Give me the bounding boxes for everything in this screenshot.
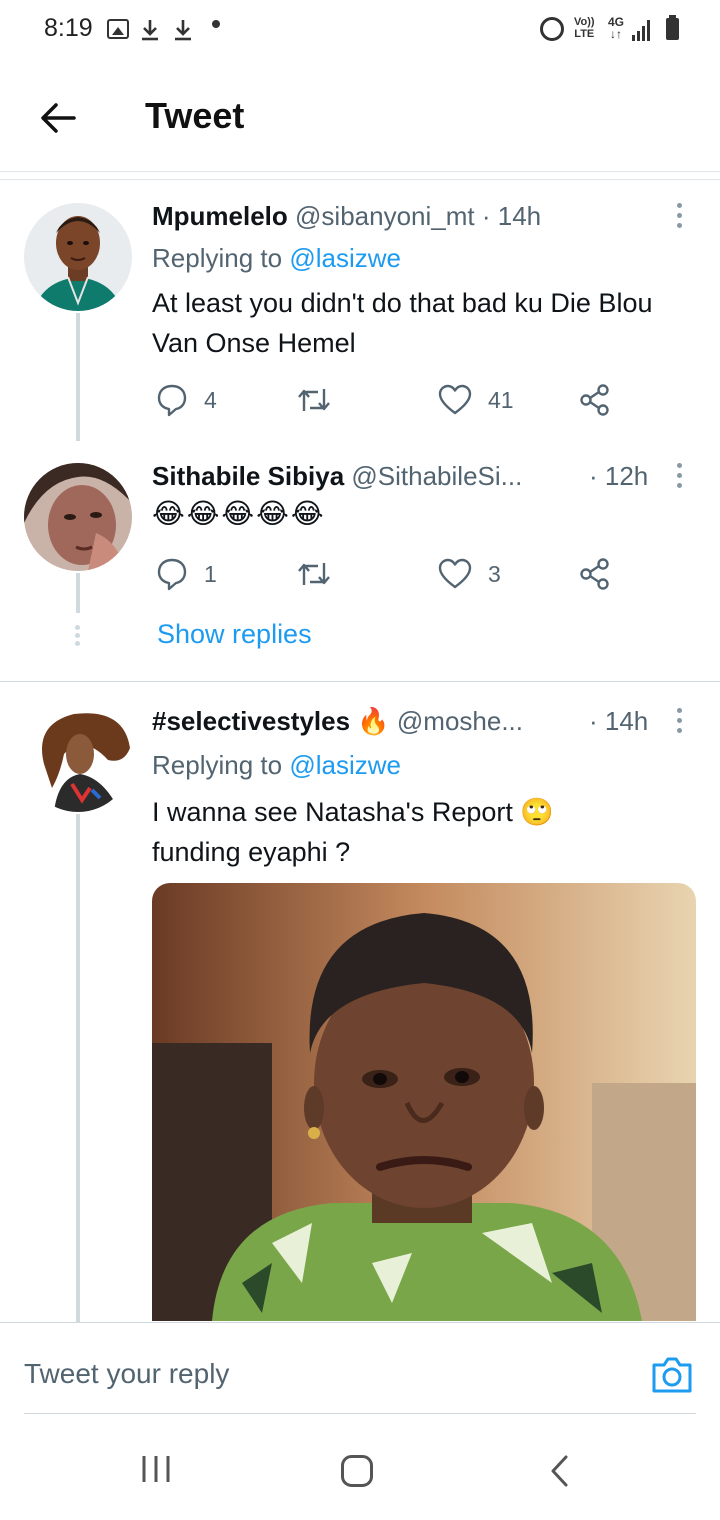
- tweet-text: At least you didn't do that bad ku Die B…: [152, 288, 653, 358]
- avatar[interactable]: [24, 704, 132, 812]
- reply-button[interactable]: 4: [156, 383, 236, 417]
- author-name[interactable]: #selectivestyles 🔥: [152, 706, 390, 736]
- tweet-meta: #selectivestyles 🔥 @moshe...: [152, 706, 523, 737]
- back-nav-icon[interactable]: [548, 1454, 570, 1493]
- status-bar: 8:19 Vo)) LTE 4G ↓↑: [0, 0, 720, 62]
- tweet-text-line: I wanna see Natasha's Report 🙄: [152, 797, 554, 827]
- share-button[interactable]: [578, 557, 612, 591]
- retweet-icon: [298, 389, 330, 411]
- reply-composer: Tweet your reply: [0, 1322, 720, 1415]
- recent-apps-icon[interactable]: [140, 1454, 172, 1489]
- tweet-text: I wanna see Natasha's Report 🙄 funding e…: [152, 792, 682, 872]
- status-time: 8:19: [44, 14, 93, 42]
- replying-to-link[interactable]: @lasizwe: [289, 750, 401, 780]
- thread-continuation-dots: [75, 625, 81, 646]
- reply-button[interactable]: 1: [156, 557, 236, 591]
- volte-icon: Vo)) LTE: [574, 16, 595, 40]
- tweet-actions: 1 3: [152, 557, 672, 591]
- alarm-icon: [540, 17, 564, 41]
- tweet-text: 😂😂😂😂😂: [152, 498, 326, 529]
- home-icon[interactable]: [340, 1454, 374, 1493]
- replying-to: Replying to @lasizwe: [152, 750, 401, 781]
- app-header: Tweet: [0, 62, 720, 172]
- tweet-sithabile[interactable]: Sithabile Sibiya @SithabileSi... · 12h 😂…: [0, 441, 720, 681]
- reply-icon: [157, 558, 187, 591]
- tweet-meta: Mpumelelo @sibanyoni_mt · 14h: [152, 201, 541, 232]
- system-nav-bar: [0, 1414, 720, 1520]
- reply-count: 4: [204, 387, 217, 413]
- like-button[interactable]: 41: [438, 383, 528, 417]
- avatar[interactable]: [24, 203, 132, 311]
- share-icon: [580, 558, 609, 590]
- signal-icon: [632, 19, 654, 41]
- network-arrows: ↓↑: [610, 27, 622, 41]
- tweet-time: · 14h: [481, 201, 542, 231]
- thread-line: [76, 573, 80, 613]
- tweet-time: · 14h: [589, 706, 649, 736]
- tweet-meta: Sithabile Sibiya @SithabileSi...: [152, 461, 522, 492]
- back-arrow-icon[interactable]: [38, 98, 78, 138]
- tweet-mpumelelo[interactable]: Mpumelelo @sibanyoni_mt · 14h Replying t…: [0, 181, 720, 441]
- tweet-media-image[interactable]: [152, 883, 696, 1321]
- download-icon: [140, 18, 160, 47]
- download-icon: [173, 18, 193, 47]
- share-icon: [580, 384, 609, 416]
- camera-icon[interactable]: [650, 1355, 694, 1395]
- replying-to: Replying to @lasizwe: [152, 243, 401, 274]
- replying-to-label: Replying to: [152, 243, 283, 273]
- replying-to-link[interactable]: @lasizwe: [289, 243, 401, 273]
- header-divider: [0, 172, 720, 180]
- dot-icon: [212, 20, 220, 28]
- 4g-icon: 4G ↓↑: [608, 16, 624, 40]
- image-icon: [107, 19, 129, 39]
- reply-count: 1: [204, 561, 217, 587]
- like-count: 3: [488, 561, 501, 587]
- more-options-icon[interactable]: [672, 203, 686, 229]
- author-handle[interactable]: @SithabileSi...: [351, 461, 522, 491]
- page-title: Tweet: [145, 95, 245, 136]
- volte-label: Vo)): [574, 16, 595, 28]
- reply-input[interactable]: Tweet your reply: [24, 1358, 229, 1390]
- retweet-button[interactable]: [296, 383, 356, 417]
- avatar[interactable]: [24, 463, 132, 571]
- more-options-icon[interactable]: [672, 463, 686, 489]
- author-handle[interactable]: @sibanyoni_mt: [295, 201, 475, 231]
- author-handle[interactable]: @moshe...: [397, 706, 523, 736]
- reply-icon: [157, 384, 187, 417]
- like-count: 41: [488, 387, 514, 413]
- battery-icon: [666, 15, 679, 40]
- more-options-icon[interactable]: [672, 708, 686, 734]
- tweet-text-line: funding eyaphi ?: [152, 837, 351, 867]
- lte-label: LTE: [574, 28, 595, 40]
- thread-line: [76, 313, 80, 441]
- retweet-button[interactable]: [296, 557, 356, 591]
- heart-icon: [438, 558, 472, 589]
- thread-line: [76, 814, 80, 1322]
- like-button[interactable]: 3: [438, 557, 528, 591]
- heart-icon: [438, 384, 472, 415]
- author-name[interactable]: Sithabile Sibiya: [152, 461, 344, 491]
- tweet-actions: 4 41: [152, 383, 672, 417]
- author-name[interactable]: Mpumelelo: [152, 201, 288, 231]
- share-button[interactable]: [578, 383, 612, 417]
- replying-to-label: Replying to: [152, 750, 283, 780]
- show-replies-link[interactable]: Show replies: [157, 619, 312, 650]
- retweet-icon: [298, 563, 330, 585]
- tweet-time: · 12h: [589, 461, 649, 491]
